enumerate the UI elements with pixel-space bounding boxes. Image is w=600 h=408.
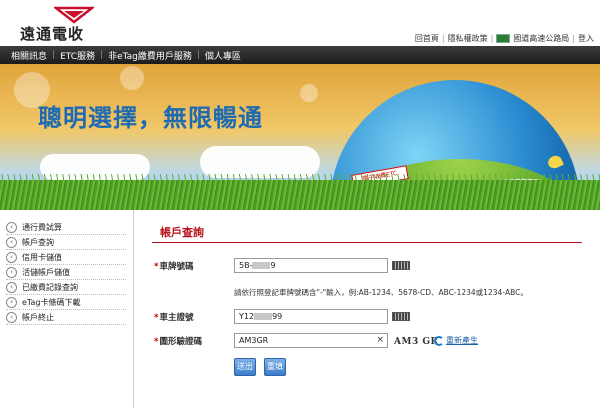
- nav-item-non-etag-service[interactable]: 非eTag繳費用戶服務: [103, 49, 197, 62]
- captcha-image: AM3 GR: [394, 337, 439, 347]
- freeway-bureau-logo-icon: [496, 34, 511, 43]
- title-divider: [152, 242, 582, 243]
- sidebar-item-payment-records[interactable]: ‹ 已繳費記錄查詢: [6, 280, 126, 295]
- hero-banner: 電子收費ETC 聰明選擇，無限暢通: [0, 64, 600, 210]
- decorative-bubble: [300, 84, 318, 102]
- refresh-captcha-label: 重新產生: [446, 336, 478, 345]
- sidebar-item-savings-topup[interactable]: ‹ 活儲帳戶儲值: [6, 265, 126, 280]
- link-separator: |: [490, 34, 494, 43]
- sidebar-item-credit-topup[interactable]: ‹ 信用卡儲值: [6, 250, 126, 265]
- sidebar-item-account-terminate[interactable]: ‹ 帳戶終止: [6, 310, 126, 325]
- owner-id-label: *車主證號: [154, 313, 194, 323]
- plate-number-label: *車牌號碼: [154, 262, 194, 272]
- link-separator: |: [441, 34, 445, 43]
- site-logo[interactable]: 遠通電收: [20, 6, 130, 43]
- sidebar-item-etag-barcode[interactable]: ‹ eTag卡條碼下載: [6, 295, 126, 310]
- virtual-keyboard-icon[interactable]: [392, 312, 410, 321]
- required-marker: *: [154, 313, 159, 323]
- sidebar-item-label: 信用卡儲值: [22, 252, 62, 262]
- masked-text: [252, 261, 271, 269]
- plate-number-input[interactable]: 5B- 9: [234, 258, 388, 273]
- chevron-left-icon: ‹: [6, 311, 17, 323]
- required-marker: *: [154, 337, 159, 347]
- privacy-link[interactable]: 隱私權政策: [448, 33, 488, 44]
- decorative-bubble: [120, 66, 144, 90]
- sidebar-item-label: eTag卡條碼下載: [22, 297, 81, 307]
- sidebar-item-label: 帳戶查詢: [22, 237, 54, 247]
- top-links: 回首頁 | 隱私權政策 | 國道高速公路局 | 登入: [415, 33, 594, 44]
- page-title: 帳戶查詢: [160, 226, 204, 239]
- chevron-left-icon: ‹: [6, 221, 17, 233]
- nav-item-etc-service[interactable]: ETC服務: [55, 49, 100, 62]
- sidebar-item-label: 帳戶終止: [22, 312, 54, 322]
- virtual-keyboard-icon[interactable]: [392, 261, 410, 270]
- reset-button[interactable]: 重填: [264, 358, 286, 376]
- refresh-icon: [434, 335, 444, 346]
- captcha-input[interactable]: AM3GR ×: [234, 333, 388, 348]
- site-header: 遠通電收 回首頁 | 隱私權政策 | 國道高速公路局 | 登入: [0, 0, 600, 46]
- sidebar: ‹ 通行費試算 ‹ 帳戶查詢 ‹ 信用卡儲值 ‹ 活儲帳戶儲值 ‹ 已繳費記錄查…: [0, 210, 134, 408]
- banner-slogan: 聰明選擇，無限暢通: [38, 104, 263, 132]
- login-link[interactable]: 登入: [578, 33, 594, 44]
- chevron-left-icon: ‹: [6, 251, 17, 263]
- sidebar-item-account-query[interactable]: ‹ 帳戶查詢: [6, 235, 126, 250]
- refresh-captcha-button[interactable]: 重新產生: [434, 335, 478, 346]
- chevron-left-icon: ‹: [6, 266, 17, 278]
- logo-swoosh-icon: [54, 6, 94, 24]
- link-separator: |: [572, 34, 575, 43]
- sidebar-item-label: 活儲帳戶儲值: [22, 267, 70, 277]
- submit-button[interactable]: 送出: [234, 358, 256, 376]
- account-query-form: 帳戶查詢 *車牌號碼 5B- 9 請依行照登記車牌號碼含"-"輸入，例:AB-12…: [146, 210, 592, 408]
- grass-strip-image: [0, 180, 600, 210]
- clear-icon[interactable]: ×: [376, 334, 384, 347]
- sidebar-item-toll-calc[interactable]: ‹ 通行費試算: [6, 220, 126, 235]
- content-area: ‹ 通行費試算 ‹ 帳戶查詢 ‹ 信用卡儲值 ‹ 活儲帳戶儲值 ‹ 已繳費記錄查…: [0, 210, 600, 408]
- chevron-left-icon: ‹: [6, 281, 17, 293]
- chevron-left-icon: ‹: [6, 236, 17, 248]
- freeway-bureau-link[interactable]: 國道高速公路局: [513, 33, 569, 44]
- sidebar-item-label: 已繳費記錄查詢: [22, 282, 78, 292]
- required-marker: *: [154, 262, 159, 272]
- main-nav: 相關訊息 | ETC服務 | 非eTag繳費用戶服務 | 個人專區: [0, 46, 600, 64]
- chevron-left-icon: ‹: [6, 296, 17, 308]
- nav-item-news[interactable]: 相關訊息: [6, 49, 52, 62]
- nav-item-personal-area[interactable]: 個人專區: [200, 49, 246, 62]
- plate-format-hint: 請依行照登記車牌號碼含"-"輸入，例:AB-1234、5678-CD、ABC-1…: [234, 288, 528, 297]
- masked-text: [254, 312, 273, 320]
- captcha-label: *圖形驗證碼: [154, 337, 202, 347]
- sidebar-item-label: 通行費試算: [22, 222, 62, 232]
- logo-text: 遠通電收: [20, 25, 85, 43]
- owner-id-input[interactable]: Y12 99: [234, 309, 388, 324]
- home-link[interactable]: 回首頁: [415, 33, 439, 44]
